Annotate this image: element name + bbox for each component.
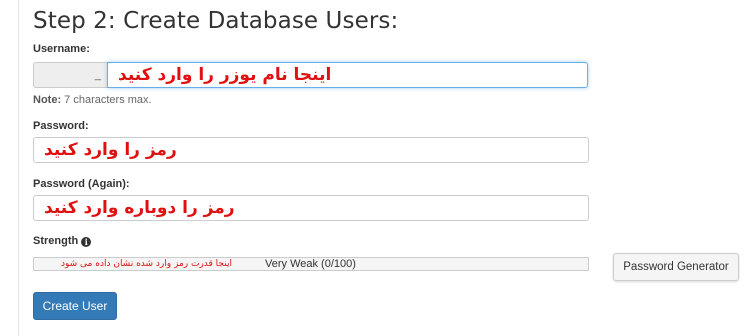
password-again-value: رمز را دوباره وارد کنید [44,198,235,218]
username-prefix-text: _ [94,69,101,81]
password-again-input[interactable]: رمز را دوباره وارد کنید [33,195,589,221]
password-generator-button[interactable]: Password Generator [613,253,739,281]
create-user-button[interactable]: Create User [33,292,117,320]
note-bold: Note: [33,94,62,106]
username-value: اینجا نام یوزر را وارد کنید [118,65,332,85]
create-user-form: Step 2: Create Database Users: Username:… [33,0,752,336]
page-title: Step 2: Create Database Users: [33,8,399,34]
note-text: 7 characters max. [61,94,152,106]
strength-hint: اینجا قدرت رمز وارد شده نشان داده می شود [61,259,232,269]
left-divider [18,0,19,336]
info-circle-icon[interactable]: i [81,237,92,247]
username-label: Username: [33,43,90,55]
username-note: Note: 7 characters max. [33,94,152,106]
username-input[interactable]: اینجا نام یوزر را وارد کنید [107,62,588,88]
username-prefix: _ [33,62,107,88]
strength-text: Very Weak (0/100) [265,258,356,270]
password-input[interactable]: رمز را وارد کنید [33,137,589,163]
password-again-label: Password (Again): [33,178,130,190]
strength-label: Strength i [33,235,92,247]
password-label: Password: [33,120,89,132]
password-strength-meter: اینجا قدرت رمز وارد شده نشان داده می شود… [33,257,589,271]
password-value: رمز را وارد کنید [44,140,177,160]
strength-label-text: Strength [33,235,79,247]
